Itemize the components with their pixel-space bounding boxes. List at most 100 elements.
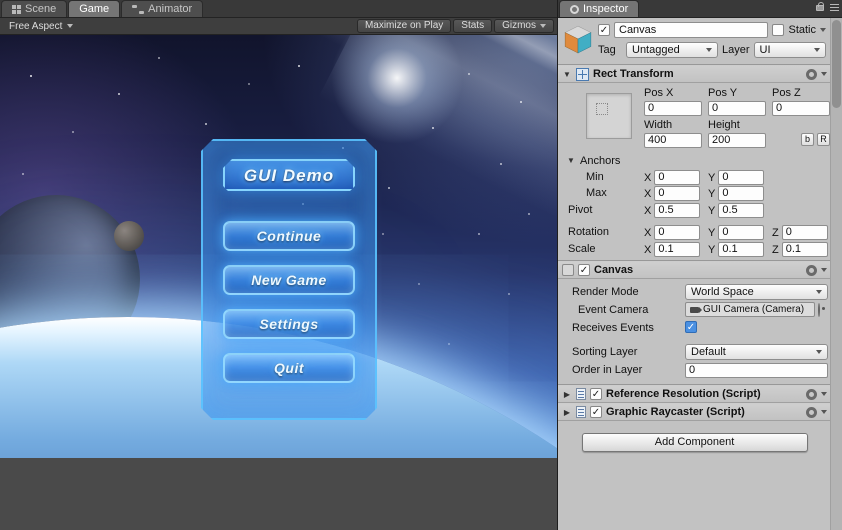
static-label: Static xyxy=(788,24,816,36)
anchor-max-y-field[interactable]: 0 xyxy=(718,186,765,201)
chevron-down-icon xyxy=(816,290,822,294)
inspector-body: Canvas Static Tag Untagged Layer U xyxy=(558,18,831,530)
anchor-max-x-field[interactable]: 0 xyxy=(654,186,701,201)
active-checkbox[interactable] xyxy=(598,24,610,36)
stars-decoration xyxy=(0,35,2,37)
y-axis-label: Y xyxy=(708,171,716,184)
reference-resolution-title: Reference Resolution (Script) xyxy=(606,388,761,400)
x-axis-label: X xyxy=(644,187,652,200)
pos-x-field[interactable]: 0 xyxy=(644,101,702,116)
rotation-y-field[interactable]: 0 xyxy=(718,225,765,240)
scale-z-field[interactable]: 0.1 xyxy=(781,242,828,257)
gear-icon[interactable] xyxy=(806,264,817,276)
layer-label: Layer xyxy=(722,44,750,56)
panel-menu-icon[interactable] xyxy=(830,4,839,11)
receives-events-checkbox[interactable] xyxy=(685,321,697,333)
canvas-component-header[interactable]: Canvas xyxy=(558,261,831,279)
height-field[interactable]: 200 xyxy=(708,133,766,148)
chevron-down-icon[interactable] xyxy=(821,72,827,76)
rotation-z-field[interactable]: 0 xyxy=(781,225,828,240)
anchor-preview-box[interactable] xyxy=(586,93,632,139)
tab-inspector[interactable]: Inspector xyxy=(559,0,640,17)
sorting-layer-label: Sorting Layer xyxy=(572,346,638,358)
x-axis-label: X xyxy=(644,226,652,239)
add-component-button[interactable]: Add Component xyxy=(581,433,808,452)
object-picker-icon[interactable] xyxy=(818,303,820,317)
anchor-min-y-field[interactable]: 0 xyxy=(718,170,765,185)
new-game-button[interactable]: New Game xyxy=(223,265,355,295)
anchors-foldout-icon[interactable] xyxy=(566,156,576,165)
rotation-x-field[interactable]: 0 xyxy=(654,225,701,240)
scrollbar-thumb[interactable] xyxy=(832,20,841,108)
tab-game-label: Game xyxy=(79,3,110,15)
pivot-label: Pivot xyxy=(568,204,593,216)
render-mode-dropdown[interactable]: World Space xyxy=(685,284,828,300)
aspect-dropdown[interactable]: Free Aspect xyxy=(3,19,79,34)
settings-button[interactable]: Settings xyxy=(223,309,355,339)
max-label: Max xyxy=(586,187,607,199)
gear-icon[interactable] xyxy=(806,388,817,400)
tab-scene[interactable]: Scene xyxy=(1,0,68,17)
graphic-raycaster-enabled-checkbox[interactable] xyxy=(590,406,602,418)
blueprint-mode-button[interactable]: b xyxy=(801,133,814,146)
stats-button[interactable]: Stats xyxy=(453,19,493,33)
order-in-layer-label: Order in Layer xyxy=(572,364,643,376)
graphic-raycaster-title: Graphic Raycaster (Script) xyxy=(606,406,745,418)
rect-transform-header[interactable]: Rect Transform xyxy=(558,65,831,83)
tab-game[interactable]: Game xyxy=(68,0,121,17)
height-col-label: Height xyxy=(708,119,740,131)
pivot-x-field[interactable]: 0.5 xyxy=(654,203,701,218)
chevron-down-icon[interactable] xyxy=(821,392,827,396)
tab-animator[interactable]: Animator xyxy=(121,0,204,17)
pos-y-field[interactable]: 0 xyxy=(708,101,766,116)
scale-y-field[interactable]: 0.1 xyxy=(718,242,765,257)
inspector-tabstrip: Inspector xyxy=(558,0,842,18)
tab-animator-label: Animator xyxy=(148,3,193,15)
scale-x-field[interactable]: 0.1 xyxy=(654,242,701,257)
quit-button[interactable]: Quit xyxy=(223,353,355,383)
event-camera-label: Event Camera xyxy=(578,304,649,316)
x-axis-label: X xyxy=(644,171,652,184)
order-in-layer-field[interactable]: 0 xyxy=(685,363,828,378)
maximize-on-play-button[interactable]: Maximize on Play xyxy=(356,19,452,33)
inspector-scrollbar[interactable] xyxy=(830,18,842,530)
gameobject-name-field[interactable]: Canvas xyxy=(614,22,769,38)
pivot-y-field[interactable]: 0.5 xyxy=(718,203,765,218)
static-checkbox[interactable] xyxy=(772,24,785,36)
event-camera-object-field[interactable]: GUI Camera (Camera) xyxy=(685,302,815,317)
reference-resolution-header[interactable]: Reference Resolution (Script) xyxy=(558,385,831,403)
continue-button[interactable]: Continue xyxy=(223,221,355,251)
foldout-icon[interactable] xyxy=(562,390,572,399)
pos-z-field[interactable]: 0 xyxy=(772,101,830,116)
foldout-icon[interactable] xyxy=(562,408,572,417)
chevron-down-icon[interactable] xyxy=(821,268,827,272)
anchor-min-x-field[interactable]: 0 xyxy=(654,170,701,185)
chevron-down-icon[interactable] xyxy=(821,410,827,414)
graphic-raycaster-header[interactable]: Graphic Raycaster (Script) xyxy=(558,403,831,421)
gear-icon[interactable] xyxy=(806,406,817,418)
canvas-enabled-checkbox[interactable] xyxy=(578,264,590,276)
left-tabstrip: Scene Game Animator xyxy=(0,0,557,18)
y-axis-label: Y xyxy=(708,187,716,200)
static-dropdown-icon[interactable] xyxy=(820,28,826,32)
tag-dropdown[interactable]: Untagged xyxy=(626,42,718,58)
layer-dropdown[interactable]: UI xyxy=(753,42,826,58)
width-col-label: Width xyxy=(644,119,673,131)
foldout-icon[interactable] xyxy=(562,70,572,79)
sorting-layer-dropdown[interactable]: Default xyxy=(685,344,828,360)
rect-transform-title: Rect Transform xyxy=(593,68,674,80)
x-axis-label: X xyxy=(644,243,652,256)
reference-resolution-enabled-checkbox[interactable] xyxy=(590,388,602,400)
unity-editor-window: Scene Game Animator Free Aspect Maximize… xyxy=(0,0,842,530)
gui-menu-panel: GUI Demo Continue New Game Settings Quit xyxy=(201,139,377,420)
raw-edit-mode-button[interactable]: R xyxy=(817,133,830,146)
gameobject-cube-icon[interactable] xyxy=(563,24,593,54)
canvas-component-title: Canvas xyxy=(594,264,634,276)
gear-icon[interactable] xyxy=(806,68,817,80)
aspect-dropdown-label: Free Aspect xyxy=(9,20,63,32)
gizmos-dropdown[interactable]: Gizmos xyxy=(494,19,554,33)
lock-icon[interactable] xyxy=(816,1,824,11)
inspector-icon xyxy=(570,4,579,14)
tag-label: Tag xyxy=(598,44,616,56)
width-field[interactable]: 400 xyxy=(644,133,702,148)
